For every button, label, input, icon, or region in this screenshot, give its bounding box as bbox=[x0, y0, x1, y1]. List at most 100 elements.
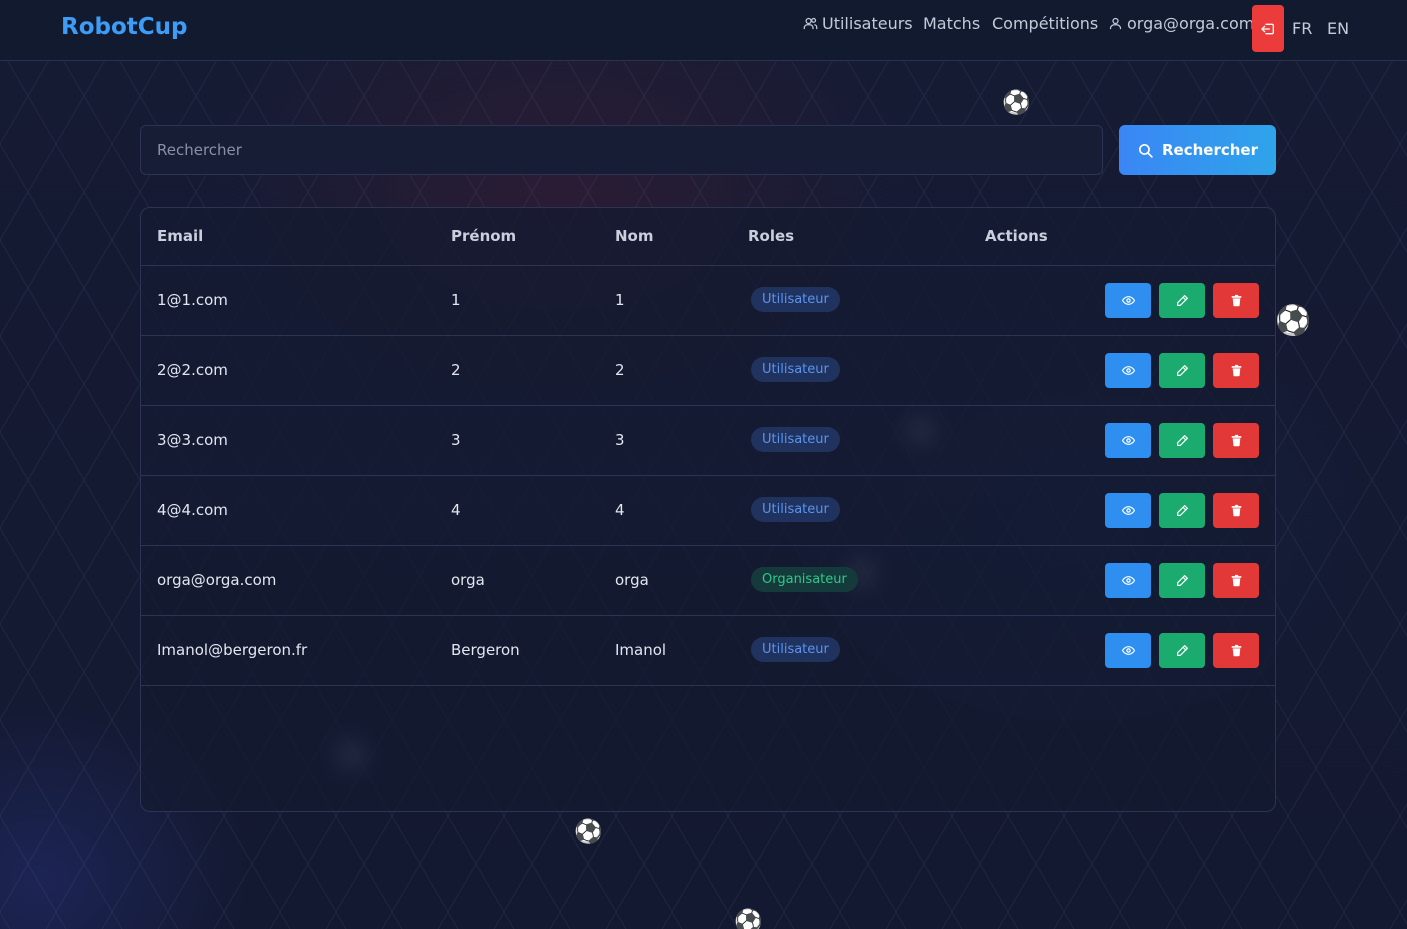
nav-users-label: Utilisateurs bbox=[822, 14, 913, 33]
cell-lastname: 1 bbox=[615, 291, 625, 309]
header-firstname: Prénom bbox=[451, 227, 517, 245]
row-actions bbox=[1105, 423, 1259, 458]
nav-competitions[interactable]: Compétitions bbox=[992, 14, 1098, 33]
trash-icon bbox=[1231, 434, 1241, 447]
header-roles: Roles bbox=[748, 227, 795, 245]
row-actions bbox=[1105, 493, 1259, 528]
view-button[interactable] bbox=[1105, 423, 1151, 458]
eye-icon bbox=[1121, 576, 1135, 585]
edit-button[interactable] bbox=[1159, 563, 1205, 598]
cell-firstname: 1 bbox=[451, 291, 461, 309]
cell-lastname: 3 bbox=[615, 431, 625, 449]
role-badge: Utilisateur bbox=[751, 357, 840, 382]
nav-users[interactable]: Utilisateurs bbox=[803, 14, 913, 33]
table-body: 1@1.com 1 1 Utilisateur 2@2.com 2 2 Util… bbox=[141, 266, 1275, 686]
cell-firstname: 3 bbox=[451, 431, 461, 449]
brand-logo[interactable]: RobotCup bbox=[61, 14, 188, 40]
cell-email: Imanol@bergeron.fr bbox=[157, 641, 308, 659]
lang-en[interactable]: EN bbox=[1327, 19, 1349, 38]
search-button-label: Rechercher bbox=[1161, 141, 1258, 159]
pencil-icon bbox=[1176, 435, 1188, 446]
table-row: 2@2.com 2 2 Utilisateur bbox=[141, 336, 1275, 406]
row-actions bbox=[1105, 633, 1259, 668]
delete-button[interactable] bbox=[1213, 563, 1259, 598]
delete-button[interactable] bbox=[1213, 283, 1259, 318]
pencil-icon bbox=[1176, 295, 1188, 306]
table-row: Imanol@bergeron.fr Bergeron Imanol Utili… bbox=[141, 616, 1275, 686]
edit-button[interactable] bbox=[1159, 353, 1205, 388]
soccer-ball-icon: ⚽ bbox=[574, 819, 603, 845]
soccer-ball-icon: ⚽ bbox=[734, 909, 763, 929]
role-badge: Organisateur bbox=[751, 567, 858, 592]
view-button[interactable] bbox=[1105, 353, 1151, 388]
eye-icon bbox=[1121, 436, 1135, 445]
delete-button[interactable] bbox=[1213, 493, 1259, 528]
nav-account[interactable]: orga@orga.com bbox=[1108, 14, 1254, 33]
trash-icon bbox=[1231, 294, 1241, 307]
delete-button[interactable] bbox=[1213, 423, 1259, 458]
edit-button[interactable] bbox=[1159, 423, 1205, 458]
view-button[interactable] bbox=[1105, 493, 1151, 528]
nav-account-label: orga@orga.com bbox=[1127, 14, 1255, 33]
trash-icon bbox=[1231, 364, 1241, 377]
role-badge: Utilisateur bbox=[751, 497, 840, 522]
row-actions bbox=[1105, 283, 1259, 318]
cell-lastname: orga bbox=[615, 571, 649, 589]
cell-email: orga@orga.com bbox=[157, 571, 277, 589]
cell-lastname: 4 bbox=[615, 501, 625, 519]
row-actions bbox=[1105, 353, 1259, 388]
row-actions bbox=[1105, 563, 1259, 598]
delete-button[interactable] bbox=[1213, 633, 1259, 668]
eye-icon bbox=[1121, 296, 1135, 305]
pencil-icon bbox=[1176, 645, 1188, 656]
nav-matchs-label: Matchs bbox=[923, 14, 981, 33]
search-button[interactable]: Rechercher bbox=[1119, 125, 1276, 175]
search-input[interactable] bbox=[140, 125, 1103, 175]
role-badge: Utilisateur bbox=[751, 427, 840, 452]
soccer-ball-icon: ⚽ bbox=[1002, 90, 1031, 116]
trash-icon bbox=[1231, 504, 1241, 517]
delete-button[interactable] bbox=[1213, 353, 1259, 388]
table-row: 3@3.com 3 3 Utilisateur bbox=[141, 406, 1275, 476]
header-lastname: Nom bbox=[615, 227, 654, 245]
table-header: Email Prénom Nom Roles Actions bbox=[141, 208, 1275, 266]
view-button[interactable] bbox=[1105, 283, 1151, 318]
view-button[interactable] bbox=[1105, 633, 1151, 668]
table-row: 4@4.com 4 4 Utilisateur bbox=[141, 476, 1275, 546]
top-navbar: RobotCup Utilisateurs Matchs Compétition… bbox=[0, 0, 1407, 61]
header-actions: Actions bbox=[985, 227, 1048, 245]
lang-fr[interactable]: FR bbox=[1292, 19, 1312, 38]
users-table: Email Prénom Nom Roles Actions 1@1.com 1… bbox=[140, 207, 1276, 812]
soccer-ball-icon: ⚽ bbox=[1275, 303, 1312, 337]
cell-firstname: Bergeron bbox=[451, 641, 520, 659]
cell-email: 1@1.com bbox=[157, 291, 228, 309]
table-row: 1@1.com 1 1 Utilisateur bbox=[141, 266, 1275, 336]
pencil-icon bbox=[1176, 575, 1188, 586]
cell-email: 2@2.com bbox=[157, 361, 228, 379]
cell-lastname: 2 bbox=[615, 361, 625, 379]
edit-button[interactable] bbox=[1159, 283, 1205, 318]
cell-email: 4@4.com bbox=[157, 501, 228, 519]
cell-firstname: 4 bbox=[451, 501, 461, 519]
view-button[interactable] bbox=[1105, 563, 1151, 598]
user-icon bbox=[1109, 17, 1122, 30]
cell-firstname: orga bbox=[451, 571, 485, 589]
table-row: orga@orga.com orga orga Organisateur bbox=[141, 546, 1275, 616]
nav-competitions-label: Compétitions bbox=[992, 14, 1099, 33]
pencil-icon bbox=[1176, 365, 1188, 376]
trash-icon bbox=[1231, 644, 1241, 657]
cell-firstname: 2 bbox=[451, 361, 461, 379]
cell-email: 3@3.com bbox=[157, 431, 228, 449]
header-email: Email bbox=[157, 227, 204, 245]
role-badge: Utilisateur bbox=[751, 637, 840, 662]
logout-button[interactable] bbox=[1252, 5, 1284, 52]
nav-matchs[interactable]: Matchs bbox=[923, 14, 980, 33]
eye-icon bbox=[1121, 506, 1135, 515]
logout-icon bbox=[1261, 23, 1274, 34]
users-icon bbox=[803, 17, 818, 30]
pencil-icon bbox=[1176, 505, 1188, 516]
edit-button[interactable] bbox=[1159, 493, 1205, 528]
eye-icon bbox=[1121, 646, 1135, 655]
edit-button[interactable] bbox=[1159, 633, 1205, 668]
cell-lastname: Imanol bbox=[615, 641, 667, 659]
